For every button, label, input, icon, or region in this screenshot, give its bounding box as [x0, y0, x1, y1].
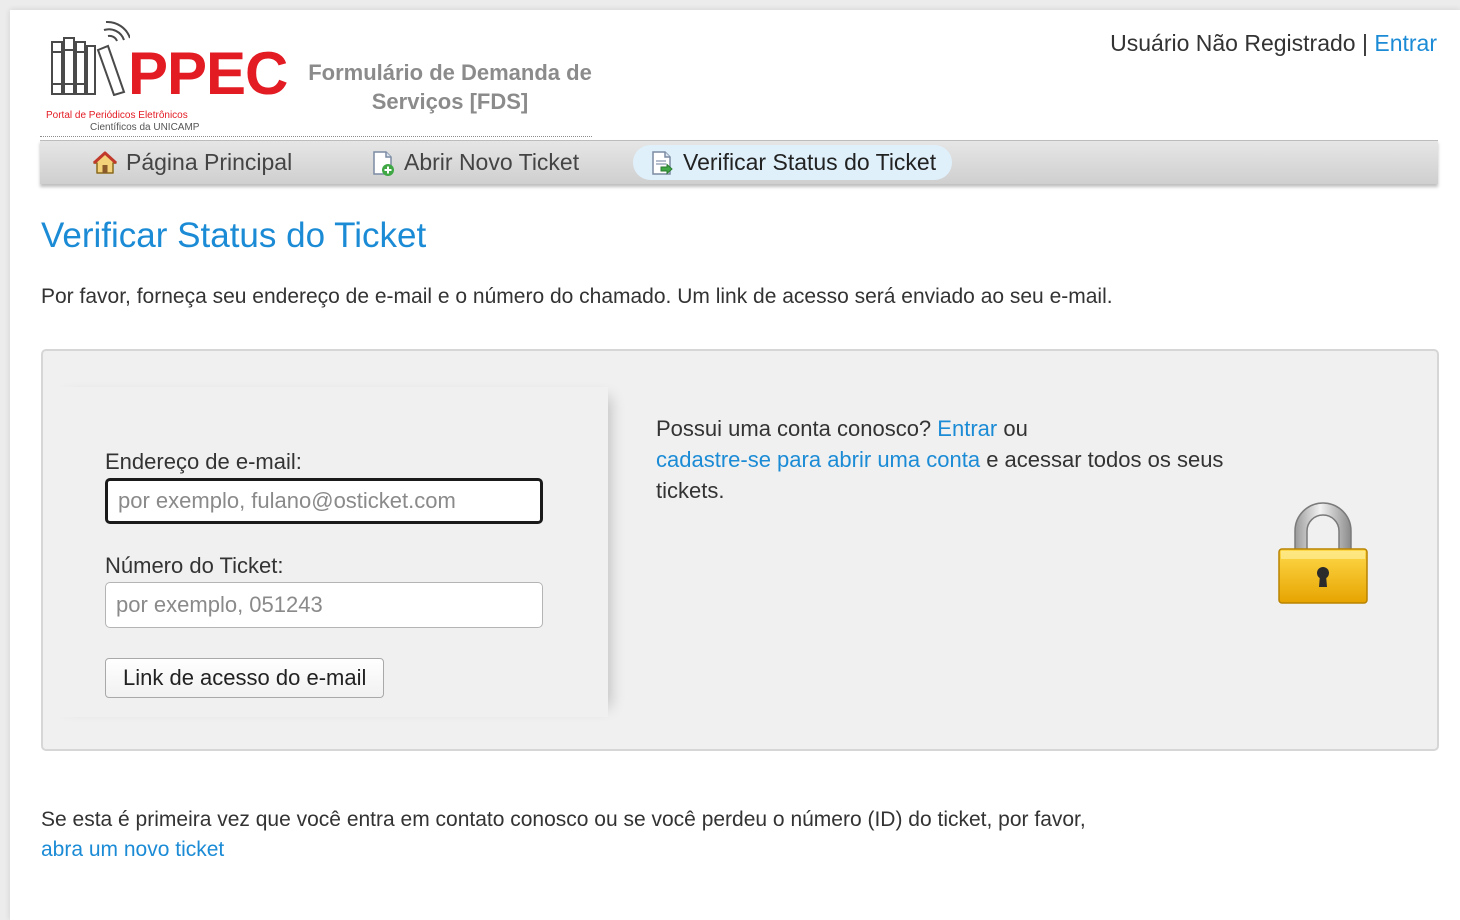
- footer-note: Se esta é primeira vez que você entra em…: [41, 805, 1341, 865]
- logo-tagline: Portal de Periódicos Eletrônicos: [46, 110, 188, 121]
- header-login-link[interactable]: Entrar: [1374, 30, 1437, 56]
- footer-note-text: Se esta é primeira vez que você entra em…: [41, 808, 1086, 831]
- nav-item-label: Abrir Novo Ticket: [404, 149, 580, 175]
- lookup-form: Endereço de e-mail: Número do Ticket: Li…: [43, 387, 608, 717]
- email-label: Endereço de e-mail:: [105, 449, 302, 474]
- ppec-logo[interactable]: PPEC Portal de Periódicos Eletrônicos Ci…: [40, 16, 600, 140]
- home-icon: [92, 151, 118, 174]
- user-status: Usuário Não Registrado: [1110, 30, 1356, 56]
- header-divider: [40, 136, 592, 137]
- books-wifi-logo-icon: [51, 20, 130, 96]
- intro-text: Por favor, forneça seu endereço de e-mai…: [41, 285, 1113, 308]
- page-title: Verificar Status do Ticket: [41, 216, 427, 255]
- user-separator: |: [1361, 30, 1368, 56]
- email-access-link-button[interactable]: Link de acesso do e-mail: [105, 658, 385, 698]
- page: PPEC Portal de Periódicos Eletrônicos Ci…: [10, 10, 1460, 920]
- main-nav: Página Principal Abrir Novo Ticket Verif…: [40, 140, 1438, 184]
- nav-item-home[interactable]: Página Principal: [76, 145, 308, 180]
- ticket-number-label: Número do Ticket:: [105, 553, 284, 578]
- lock-icon: [1278, 502, 1368, 604]
- email-input[interactable]: [105, 478, 543, 524]
- nav-item-ticket-status[interactable]: Verificar Status do Ticket: [633, 145, 953, 180]
- logo-tagline-2: Científicos da UNICAMP: [90, 122, 200, 133]
- account-login-link[interactable]: Entrar: [937, 416, 997, 441]
- ticket-lookup-panel: Endereço de e-mail: Número do Ticket: Li…: [41, 349, 1439, 751]
- nav-item-new-ticket[interactable]: Abrir Novo Ticket: [354, 145, 595, 180]
- ticket-number-input[interactable]: [105, 582, 543, 628]
- logo-wordmark: PPEC: [128, 40, 288, 107]
- user-info: Usuário Não Registrado | Entrar: [1110, 30, 1437, 57]
- nav-item-label: Verificar Status do Ticket: [683, 149, 937, 175]
- account-prompt: Possui uma conta conosco? Entrar ou cada…: [656, 413, 1256, 506]
- register-link[interactable]: cadastre-se para abrir uma conta: [656, 447, 980, 472]
- site-subtitle: Formulário de Demanda de Serviços [FDS]: [308, 60, 592, 114]
- open-new-ticket-link[interactable]: abra um novo ticket: [41, 838, 224, 861]
- ticket-status-icon: [652, 150, 673, 175]
- account-prompt-middle: ou: [1003, 416, 1028, 441]
- account-prompt-prefix: Possui uma conta conosco?: [656, 416, 932, 441]
- nav-item-label: Página Principal: [126, 149, 293, 175]
- new-ticket-icon: [373, 150, 394, 176]
